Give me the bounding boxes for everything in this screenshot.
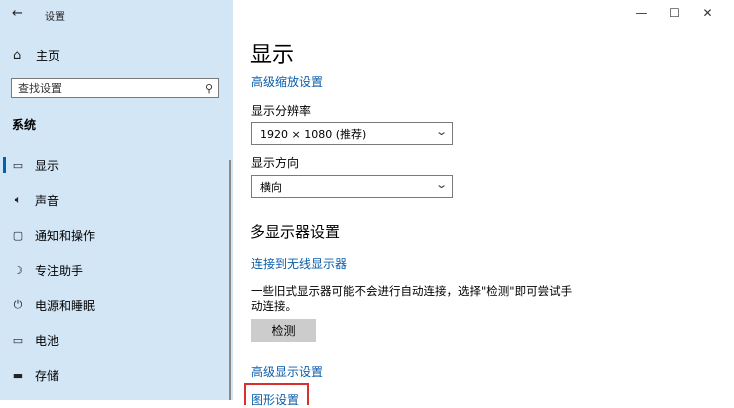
search-icon[interactable]: ⚲	[205, 82, 213, 95]
sidebar-item-label: 通知和操作	[35, 228, 96, 243]
sidebar-item-notifications[interactable]: ▢ 通知和操作	[0, 220, 233, 250]
orientation-value: 横向	[260, 180, 282, 194]
app-title: 设置	[45, 12, 65, 23]
resolution-value: 1920 × 1080 (推荐)	[260, 127, 367, 141]
section-label-system: 系统	[12, 118, 37, 132]
sidebar-item-sound[interactable]: 🔈︎ 声音	[0, 185, 233, 215]
sidebar-item-label: 显示	[35, 158, 60, 173]
storage-icon: ▬	[12, 368, 24, 382]
advanced-scaling-link[interactable]: 高级缩放设置	[251, 73, 323, 90]
resolution-label: 显示分辨率	[251, 104, 312, 118]
sidebar-item-label: 声音	[35, 193, 60, 208]
sidebar: ← 设置 ⌂ 主页 查找设置 ⚲ 系统 ▭ 显示 🔈︎ 声音 ▢ 通知和操作 ☽…	[0, 0, 233, 400]
maximize-icon[interactable]: ☐	[658, 6, 691, 20]
detect-button[interactable]: 检测	[251, 319, 316, 342]
battery-icon: ▭	[12, 333, 24, 347]
sidebar-item-focus-assist[interactable]: ☽ 专注助手	[0, 255, 233, 285]
search-placeholder: 查找设置	[18, 82, 62, 95]
home-label: 主页	[36, 49, 61, 63]
resolution-dropdown[interactable]: 1920 × 1080 (推荐) ⌄	[251, 122, 453, 145]
orientation-dropdown[interactable]: 横向 ⌄	[251, 175, 453, 198]
multi-display-heading: 多显示器设置	[250, 223, 341, 241]
connect-wireless-display-link[interactable]: 连接到无线显示器	[251, 255, 347, 272]
notification-icon: ▢	[12, 228, 24, 242]
sidebar-scrollbar[interactable]	[229, 160, 231, 400]
power-icon: ⏻	[13, 298, 23, 311]
chevron-down-icon: ⌄	[434, 178, 448, 191]
sidebar-item-label: 电源和睡眠	[35, 298, 96, 313]
sidebar-item-label: 存储	[35, 368, 60, 383]
active-indicator	[3, 157, 6, 173]
minimize-icon[interactable]: —	[625, 6, 658, 20]
back-arrow-icon[interactable]: ←	[12, 6, 23, 21]
orientation-label: 显示方向	[251, 156, 300, 170]
page-title: 显示	[250, 43, 295, 68]
chevron-down-icon: ⌄	[434, 125, 448, 138]
sidebar-item-label: 电池	[35, 333, 60, 348]
close-icon[interactable]: ✕	[691, 6, 724, 20]
display-icon: ▭	[12, 158, 24, 172]
moon-icon: ☽	[13, 263, 23, 277]
speaker-icon: 🔈︎	[14, 193, 22, 206]
sidebar-item-storage[interactable]: ▬ 存储	[0, 360, 233, 390]
search-input[interactable]: 查找设置 ⚲	[11, 78, 219, 98]
detect-description: 一些旧式显示器可能不会进行自动连接，选择"检测"即可尝试手动连接。	[251, 284, 573, 313]
sidebar-item-label: 专注助手	[35, 263, 84, 278]
advanced-display-link[interactable]: 高级显示设置	[251, 363, 323, 380]
sidebar-item-battery[interactable]: ▭ 电池	[0, 325, 233, 355]
sidebar-item-power-sleep[interactable]: ⏻ 电源和睡眠	[0, 290, 233, 320]
window-controls: — ☐ ✕	[625, 6, 724, 20]
home-icon: ⌂	[13, 48, 22, 63]
highlight-annotation-box	[244, 383, 309, 405]
sidebar-item-display[interactable]: ▭ 显示	[0, 150, 233, 180]
sidebar-item-home[interactable]: ⌂ 主页	[13, 47, 60, 64]
